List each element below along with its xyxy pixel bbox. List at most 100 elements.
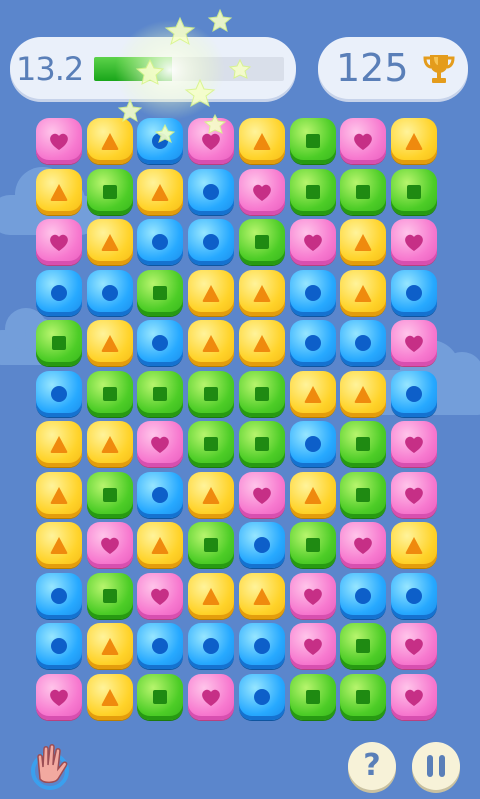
tile-pink-heart[interactable] xyxy=(390,673,437,720)
tile-pink-heart[interactable] xyxy=(390,471,437,518)
tile-blue-circle[interactable] xyxy=(188,168,235,215)
tile-blue-circle[interactable] xyxy=(137,320,184,366)
tile-yellow-triangle[interactable] xyxy=(289,370,336,417)
tile-pink-heart[interactable] xyxy=(390,219,437,265)
tile-pink-heart[interactable] xyxy=(36,219,82,265)
tile-green-square[interactable] xyxy=(137,673,184,720)
tile-yellow-triangle[interactable] xyxy=(238,572,285,619)
tile-pink-heart[interactable] xyxy=(137,421,184,467)
tile-yellow-triangle[interactable] xyxy=(86,118,133,164)
tile-green-square[interactable] xyxy=(86,572,133,619)
tile-pink-heart[interactable] xyxy=(188,118,235,164)
tile-blue-circle[interactable] xyxy=(340,320,387,366)
tile-green-square[interactable] xyxy=(340,623,387,669)
tile-pink-heart[interactable] xyxy=(86,522,133,568)
tile-green-square[interactable] xyxy=(238,370,285,417)
tile-green-square[interactable] xyxy=(289,118,336,164)
tile-yellow-triangle[interactable] xyxy=(36,168,82,215)
tile-pink-heart[interactable] xyxy=(390,320,437,366)
tile-pink-heart[interactable] xyxy=(340,522,387,568)
tile-blue-circle[interactable] xyxy=(137,219,184,265)
tile-pink-heart[interactable] xyxy=(188,673,235,720)
tile-blue-circle[interactable] xyxy=(238,623,285,669)
tile-blue-circle[interactable] xyxy=(289,269,336,316)
tile-pink-heart[interactable] xyxy=(238,168,285,215)
tile-green-square[interactable] xyxy=(137,370,184,417)
tile-yellow-triangle[interactable] xyxy=(238,320,285,366)
tile-green-square[interactable] xyxy=(86,168,133,215)
tile-green-square[interactable] xyxy=(390,168,437,215)
tile-yellow-triangle[interactable] xyxy=(340,269,387,316)
hand-icon[interactable] xyxy=(22,735,80,793)
tile-blue-circle[interactable] xyxy=(289,320,336,366)
tile-blue-circle[interactable] xyxy=(36,623,82,669)
tile-pink-heart[interactable] xyxy=(289,219,336,265)
tile-green-square[interactable] xyxy=(188,421,235,467)
tile-blue-circle[interactable] xyxy=(289,421,336,467)
tile-green-square[interactable] xyxy=(289,673,336,720)
blue-circle-icon xyxy=(405,284,422,301)
tile-green-square[interactable] xyxy=(188,522,235,568)
tile-blue-circle[interactable] xyxy=(340,572,387,619)
tile-pink-heart[interactable] xyxy=(289,572,336,619)
tile-blue-circle[interactable] xyxy=(238,673,285,720)
tile-yellow-triangle[interactable] xyxy=(86,673,133,720)
tile-yellow-triangle[interactable] xyxy=(188,269,235,316)
tile-yellow-triangle[interactable] xyxy=(289,471,336,518)
tile-yellow-triangle[interactable] xyxy=(36,421,82,467)
tile-pink-heart[interactable] xyxy=(289,623,336,669)
tile-yellow-triangle[interactable] xyxy=(137,522,184,568)
tile-green-square[interactable] xyxy=(340,168,387,215)
tile-yellow-triangle[interactable] xyxy=(86,623,133,669)
tile-blue-circle[interactable] xyxy=(390,370,437,417)
tile-green-square[interactable] xyxy=(188,370,235,417)
tile-yellow-triangle[interactable] xyxy=(188,572,235,619)
tile-green-square[interactable] xyxy=(340,471,387,518)
tile-blue-circle[interactable] xyxy=(36,269,82,316)
pause-button[interactable] xyxy=(412,742,460,790)
tile-blue-circle[interactable] xyxy=(137,118,184,164)
tile-blue-circle[interactable] xyxy=(137,471,184,518)
tile-pink-heart[interactable] xyxy=(36,118,82,164)
tile-blue-circle[interactable] xyxy=(390,269,437,316)
tile-blue-circle[interactable] xyxy=(36,370,82,417)
tile-yellow-triangle[interactable] xyxy=(340,219,387,265)
tile-yellow-triangle[interactable] xyxy=(188,320,235,366)
tile-yellow-triangle[interactable] xyxy=(36,522,82,568)
tile-yellow-triangle[interactable] xyxy=(86,421,133,467)
tile-green-square[interactable] xyxy=(238,219,285,265)
tile-pink-heart[interactable] xyxy=(390,623,437,669)
tile-green-square[interactable] xyxy=(137,269,184,316)
tile-yellow-triangle[interactable] xyxy=(238,118,285,164)
tile-green-square[interactable] xyxy=(36,320,82,366)
tile-pink-heart[interactable] xyxy=(340,118,387,164)
tile-yellow-triangle[interactable] xyxy=(340,370,387,417)
tile-green-square[interactable] xyxy=(86,471,133,518)
tile-yellow-triangle[interactable] xyxy=(86,219,133,265)
tile-yellow-triangle[interactable] xyxy=(238,269,285,316)
tile-green-square[interactable] xyxy=(238,421,285,467)
tile-yellow-triangle[interactable] xyxy=(390,522,437,568)
tile-green-square[interactable] xyxy=(340,421,387,467)
tile-blue-circle[interactable] xyxy=(36,572,82,619)
tile-pink-heart[interactable] xyxy=(238,471,285,518)
tile-blue-circle[interactable] xyxy=(188,623,235,669)
tile-yellow-triangle[interactable] xyxy=(86,320,133,366)
tile-blue-circle[interactable] xyxy=(188,219,235,265)
tile-pink-heart[interactable] xyxy=(137,572,184,619)
tile-yellow-triangle[interactable] xyxy=(188,471,235,518)
tile-green-square[interactable] xyxy=(86,370,133,417)
tile-blue-circle[interactable] xyxy=(238,522,285,568)
tile-pink-heart[interactable] xyxy=(390,421,437,467)
tile-green-square[interactable] xyxy=(340,673,387,720)
tile-blue-circle[interactable] xyxy=(390,572,437,619)
tile-blue-circle[interactable] xyxy=(86,269,133,316)
help-button[interactable]: ? xyxy=(348,742,396,790)
tile-yellow-triangle[interactable] xyxy=(390,118,437,164)
tile-green-square[interactable] xyxy=(289,168,336,215)
tile-yellow-triangle[interactable] xyxy=(36,471,82,518)
tile-pink-heart[interactable] xyxy=(36,673,82,720)
tile-yellow-triangle[interactable] xyxy=(137,168,184,215)
tile-green-square[interactable] xyxy=(289,522,336,568)
tile-blue-circle[interactable] xyxy=(137,623,184,669)
